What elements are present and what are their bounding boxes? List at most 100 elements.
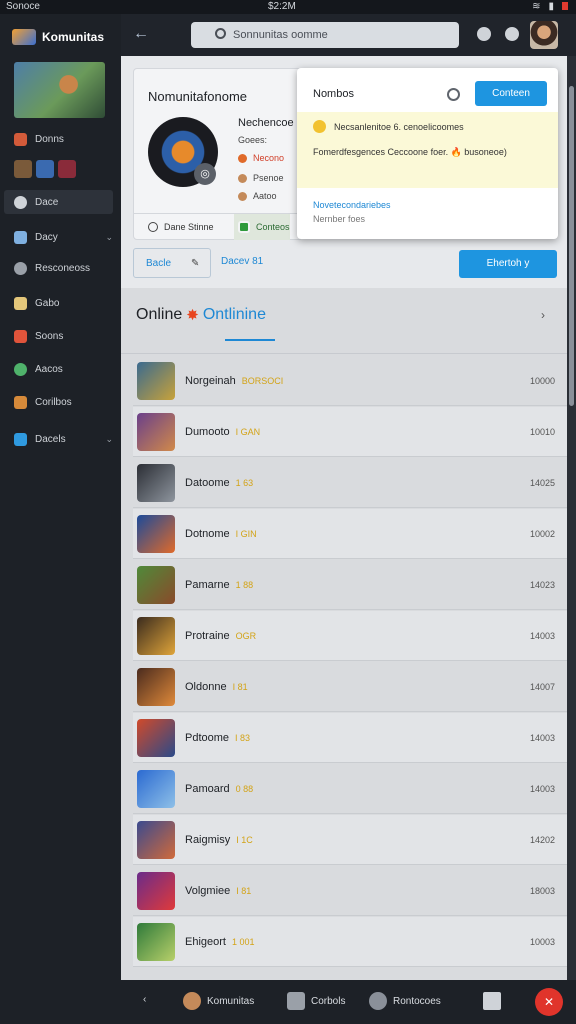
list-item-name: Ehigeort xyxy=(185,935,226,948)
list-item[interactable]: Oldonne I 81 14007 xyxy=(133,662,567,712)
list-item-tag: I 81 xyxy=(232,681,248,692)
gear-icon[interactable] xyxy=(447,88,460,101)
profile-footer-right[interactable]: Conteos xyxy=(234,214,290,240)
status-time: $2:2M xyxy=(268,1,296,12)
close-fab-button[interactable]: ✕ xyxy=(535,988,563,1016)
list-item[interactable]: Ehigeort 1 001 10003 xyxy=(133,917,567,967)
profile-footer-left[interactable]: Dane Stinne xyxy=(134,222,234,232)
radio-icon xyxy=(148,222,158,232)
list-item-tag: BORSOCI xyxy=(241,375,284,386)
back-arrow-icon[interactable]: ← xyxy=(131,24,151,44)
bottom-nav-box[interactable] xyxy=(483,992,501,1010)
list-item[interactable]: Pamoard 0 88 14003 xyxy=(133,764,567,814)
sidebar-item-aacos[interactable]: Aacos xyxy=(14,357,113,381)
globe-icon xyxy=(14,362,27,376)
community-avatar[interactable]: ◎ xyxy=(148,117,218,187)
bottom-nav-chevron[interactable]: ‹ xyxy=(143,994,146,1005)
chevron-right-icon[interactable]: › xyxy=(541,308,545,322)
profile-row: Psenoe xyxy=(238,173,284,183)
notification-text: Necsanlenitoe 6. cenoelicoomes xyxy=(334,121,464,132)
game-thumbnail-image xyxy=(137,667,175,706)
list-item-count: 10010 xyxy=(529,426,555,437)
community-banner-image[interactable] xyxy=(14,62,105,118)
brand-logo-icon xyxy=(12,29,36,45)
list-heading: Online ✸ Ontlinine xyxy=(136,306,266,324)
community-profile-card: Nomunitafonome ◎ Nechencoe Goees: Necono… xyxy=(133,68,303,240)
list-item[interactable]: Dumooto I GAN 10010 xyxy=(133,407,567,457)
thumbnail-image[interactable] xyxy=(36,160,54,178)
list-item[interactable]: Raigmisy I 1C 14202 xyxy=(133,815,567,865)
sidebar-item-dacels[interactable]: Dacels ⌄ xyxy=(14,427,113,451)
camera-icon[interactable]: ◎ xyxy=(194,163,216,185)
sidebar: Komunitas Donns Dace Dacy ⌄ Resconeoss G… xyxy=(0,14,121,1024)
sidebar-item-donns[interactable]: Donns xyxy=(14,127,113,151)
game-thumbnail-image xyxy=(137,718,175,757)
thumbnail-image[interactable] xyxy=(58,160,76,178)
bottom-nav-corbols[interactable]: Corbols xyxy=(287,992,345,1010)
profile-footer: Dane Stinne Conteos xyxy=(134,213,302,240)
filter-secondary[interactable]: Dacev 81 xyxy=(221,256,263,267)
sidebar-item-resconeoss[interactable]: Resconeoss xyxy=(14,256,113,280)
filter-button[interactable]: Bacle ✎ xyxy=(133,248,211,278)
list-item[interactable]: Dotnome I GIN 10002 xyxy=(133,509,567,559)
game-thumbnail-image xyxy=(137,769,175,808)
avatar[interactable] xyxy=(530,21,558,49)
list-item[interactable]: Pamarne 1 88 14023 xyxy=(133,560,567,610)
list-heading-label: Online xyxy=(136,306,183,323)
list-item-tag: I GAN xyxy=(235,426,261,437)
notification-link[interactable]: Novetecondariebes xyxy=(313,200,391,210)
brand-name: Komunitas xyxy=(42,30,105,44)
profile-title: Nomunitafonome xyxy=(148,89,247,104)
list-item[interactable]: Protraine OGR 14003 xyxy=(133,611,567,661)
list-item-tag: I 1C xyxy=(236,834,253,845)
list-item[interactable]: Pdtoome I 83 14003 xyxy=(133,713,567,763)
list-item[interactable]: Volgmiee I 81 18003 xyxy=(133,866,567,916)
sidebar-item-dacy[interactable]: Dacy ⌄ xyxy=(14,225,113,249)
sidebar-item-soons[interactable]: Soons xyxy=(14,324,113,348)
gamepad-icon xyxy=(14,261,27,275)
sword-icon xyxy=(14,296,27,310)
signal-icon: ▮ xyxy=(548,1,562,12)
sidebar-item-gabo[interactable]: Gabo xyxy=(14,291,113,315)
notification-action-button[interactable]: Conteen xyxy=(475,81,547,106)
game-thumbnail-image xyxy=(137,463,175,502)
chevron-down-icon[interactable]: ⌄ xyxy=(105,434,113,445)
brand[interactable]: Komunitas xyxy=(12,26,104,48)
list-item-name: Protraine xyxy=(185,629,230,642)
filter-label: Bacle xyxy=(146,257,172,269)
list-item-name: Datoome xyxy=(185,476,230,489)
game-thumbnail-image xyxy=(137,616,175,655)
list-item[interactable]: Datoome 1 63 14025 xyxy=(133,458,567,508)
profile-row-label: Aatoo xyxy=(253,191,277,201)
chevron-down-icon[interactable]: ⌄ xyxy=(105,232,113,243)
profile-row: Aatoo xyxy=(238,191,277,201)
scrollbar-thumb[interactable] xyxy=(569,86,574,406)
bottom-nav-komunitas[interactable]: Komunitas xyxy=(183,992,254,1010)
primary-action-button[interactable]: Ehertoh y xyxy=(459,250,557,278)
list-item-name: Norgeinah xyxy=(185,374,236,387)
scrollbar[interactable] xyxy=(567,56,576,1024)
list-item[interactable]: Norgeinah BORSOCI 10000 xyxy=(133,356,567,406)
sidebar-item-label: Resconeoss xyxy=(35,262,91,274)
app-root: Sonoce $2:2M ≋▮ Komunitas Donns Dace Dac… xyxy=(0,0,576,1024)
sidebar-item-label: Corilbos xyxy=(35,396,72,408)
star-icon: ✸ xyxy=(186,307,199,324)
sidebar-item-corilbos[interactable]: Corilbos xyxy=(14,390,113,414)
list-item-tag: I 81 xyxy=(236,885,252,896)
sidebar-item-dace[interactable]: Dace xyxy=(4,190,113,214)
thumbnail-image[interactable] xyxy=(14,160,32,178)
bottom-nav-rontocoes[interactable]: Rontocoes xyxy=(369,992,441,1010)
status-icons: ≋▮ xyxy=(532,1,568,12)
game-thumbnail-image xyxy=(137,871,175,910)
search-input[interactable]: Sonnunitas oomme xyxy=(191,22,459,48)
notification-message[interactable]: Necsanlenitoe 6. cenoelicoomes Fomerdfes… xyxy=(297,112,558,188)
settings-icon[interactable] xyxy=(477,27,491,41)
tab-online[interactable]: Ontlinine xyxy=(203,306,266,324)
profile-row-label: Necono xyxy=(253,153,285,163)
people-icon xyxy=(14,132,27,146)
list-item-count: 14025 xyxy=(529,477,555,488)
bottom-nav-label: Komunitas xyxy=(207,995,255,1007)
box-icon xyxy=(14,395,27,409)
chat-icon[interactable] xyxy=(505,27,519,41)
top-bar: ← Sonnunitas oomme xyxy=(121,14,576,56)
